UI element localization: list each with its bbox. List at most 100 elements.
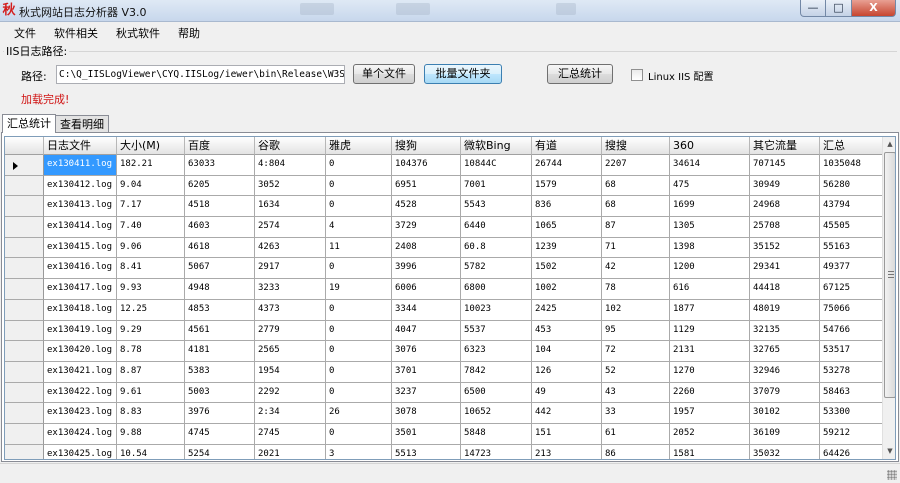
table-cell[interactable]: 10652 [461,403,532,424]
table-cell[interactable]: 4745 [185,423,255,445]
table-cell[interactable]: 2425 [532,299,602,321]
table-cell[interactable]: 4618 [185,237,255,259]
table-cell[interactable]: 5848 [461,423,532,445]
table-cell[interactable]: 32765 [750,341,820,362]
table-cell[interactable]: 14723 [461,444,532,459]
table-cell[interactable]: 3233 [255,279,326,300]
table-cell[interactable]: 2565 [255,341,326,362]
table-cell[interactable]: 10023 [461,299,532,321]
log-file-cell[interactable]: ex130417.log [44,279,117,300]
table-cell[interactable]: 442 [532,403,602,424]
table-cell[interactable]: 4 [326,217,392,238]
table-cell[interactable]: 42 [602,258,670,280]
table-cell[interactable]: 53278 [820,361,886,383]
table-cell[interactable]: 24968 [750,196,820,218]
table-cell[interactable]: 8.41 [117,258,185,280]
row-header[interactable] [5,279,44,300]
table-cell[interactable]: 63033 [185,155,255,176]
menu-file[interactable]: 文件 [0,24,45,44]
column-header[interactable]: 大小(M) [117,137,185,155]
row-header[interactable] [5,237,44,259]
table-cell[interactable]: 5782 [461,258,532,280]
table-row[interactable]: ex130419.log 9.29 4561 2779 0 4047 5537 453 95 11… [5,320,886,342]
column-header[interactable]: 雅虎 [326,137,392,155]
table-cell[interactable]: 34614 [670,155,750,176]
table-cell[interactable]: 6323 [461,341,532,362]
table-cell[interactable]: 87 [602,217,670,238]
table-cell[interactable]: 6500 [461,382,532,404]
table-cell[interactable]: 56280 [820,175,886,197]
column-header[interactable]: 有道 [532,137,602,155]
column-header[interactable]: 微软Bing [461,137,532,155]
table-cell[interactable]: 5254 [185,444,255,459]
table-cell[interactable]: 1579 [532,175,602,197]
table-cell[interactable]: 1634 [255,196,326,218]
summary-grid[interactable]: 日志文件 大小(M) 百度 谷歌 雅虎 搜狗 微软Bing 有道 搜搜 360 其它流量 汇总 ex1… [4,136,896,460]
table-cell[interactable]: 32135 [750,320,820,342]
table-cell[interactable]: 58463 [820,382,886,404]
table-row[interactable]: ex130414.log 7.40 4603 2574 4 3729 6440 1065 87 1… [5,217,886,238]
table-cell[interactable]: 0 [326,341,392,362]
table-cell[interactable]: 2207 [602,155,670,176]
table-cell[interactable]: 59212 [820,423,886,445]
table-cell[interactable]: 9.88 [117,423,185,445]
table-cell[interactable]: 3701 [392,361,461,383]
table-cell[interactable]: 1270 [670,361,750,383]
table-cell[interactable]: 4373 [255,299,326,321]
table-row[interactable]: ex130421.log 8.87 5383 1954 0 3701 7842 126 52 12… [5,361,886,383]
table-cell[interactable]: 49 [532,382,602,404]
scrollbar-thumb[interactable] [884,152,895,398]
table-cell[interactable]: 0 [326,175,392,197]
table-cell[interactable]: 3729 [392,217,461,238]
table-row[interactable]: ex130425.log 10.54 5254 2021 3 5513 14723 213 86… [5,444,886,459]
table-cell[interactable]: 26744 [532,155,602,176]
table-cell[interactable]: 8.87 [117,361,185,383]
table-cell[interactable]: 3976 [185,403,255,424]
table-cell[interactable]: 2021 [255,444,326,459]
table-cell[interactable]: 10.54 [117,444,185,459]
table-cell[interactable]: 0 [326,258,392,280]
table-cell[interactable]: 19 [326,279,392,300]
table-cell[interactable]: 4:804 [255,155,326,176]
table-cell[interactable]: 126 [532,361,602,383]
row-header[interactable] [5,361,44,383]
table-cell[interactable]: 29341 [750,258,820,280]
table-cell[interactable]: 71 [602,237,670,259]
summary-button[interactable]: 汇总统计 [547,64,613,84]
table-cell[interactable]: 4263 [255,237,326,259]
table-cell[interactable]: 5003 [185,382,255,404]
table-cell[interactable]: 32946 [750,361,820,383]
table-row[interactable]: ex130415.log 9.06 4618 4263 11 2408 60.8 1239 71… [5,237,886,259]
row-header[interactable] [5,155,44,176]
log-file-cell[interactable]: ex130422.log [44,382,117,404]
log-file-cell[interactable]: ex130423.log [44,403,117,424]
table-cell[interactable]: 4853 [185,299,255,321]
table-cell[interactable]: 6800 [461,279,532,300]
column-header[interactable]: 汇总 [820,137,886,155]
table-cell[interactable]: 0 [326,423,392,445]
table-cell[interactable]: 53517 [820,341,886,362]
table-cell[interactable]: 3 [326,444,392,459]
table-cell[interactable]: 1035048 [820,155,886,176]
table-cell[interactable]: 104 [532,341,602,362]
table-row[interactable]: ex130424.log 9.88 4745 2745 0 3501 5848 151 61 20… [5,423,886,445]
table-cell[interactable]: 6951 [392,175,461,197]
table-cell[interactable]: 9.61 [117,382,185,404]
vertical-scrollbar[interactable]: ▲ ▼ [882,137,895,459]
table-cell[interactable]: 2292 [255,382,326,404]
table-cell[interactable]: 3996 [392,258,461,280]
table-cell[interactable]: 33 [602,403,670,424]
table-cell[interactable]: 7001 [461,175,532,197]
table-cell[interactable]: 0 [326,155,392,176]
table-cell[interactable]: 707145 [750,155,820,176]
table-cell[interactable]: 1699 [670,196,750,218]
table-cell[interactable]: 30102 [750,403,820,424]
table-cell[interactable]: 26 [326,403,392,424]
table-cell[interactable]: 4561 [185,320,255,342]
table-cell[interactable]: 4181 [185,341,255,362]
table-cell[interactable]: 3076 [392,341,461,362]
log-file-cell[interactable]: ex130419.log [44,320,117,342]
table-cell[interactable]: 2:34 [255,403,326,424]
scroll-down-arrow-icon[interactable]: ▼ [883,444,895,459]
batch-folder-button[interactable]: 批量文件夹 [424,64,502,84]
